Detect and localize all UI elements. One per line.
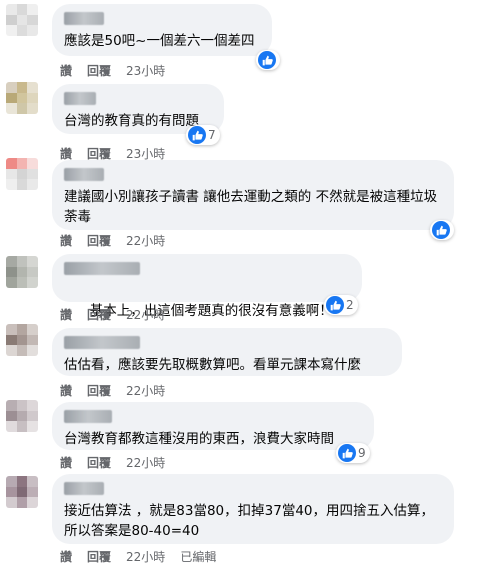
timestamp[interactable]: 22小時 [126,548,165,565]
like-link[interactable]: 讚 [60,548,72,565]
comment-actions: 讚 回覆 22小時 [60,232,165,249]
reaction-badge[interactable]: 7 [186,125,220,145]
like-icon [432,221,450,239]
comment-bubble: 基本上，出這個考題真的很沒有意義啊！ [52,254,362,376]
commenter-name[interactable] [64,12,104,25]
comment-text: 應該是50吧~一個差六一個差四 [64,33,255,49]
avatar[interactable] [6,476,38,508]
commenter-name[interactable] [64,92,96,105]
like-link[interactable]: 讚 [60,232,72,249]
avatar[interactable] [6,324,38,356]
reaction-count: 9 [358,446,366,460]
comment-bubble: 應該是50吧~一個差六一個差四 [52,4,272,56]
like-icon [338,444,356,462]
comment-bubble: 估估看，應該要先取概數算吧。看單元課本寫什麼 [52,328,402,376]
timestamp[interactable]: 23小時 [126,62,165,79]
comment-actions: 讚 回覆 22小時 [60,306,165,323]
comment-actions: 讚 回覆 22小時 [60,382,165,399]
reaction-badge[interactable]: 2 [324,295,358,315]
reply-link[interactable]: 回覆 [87,306,111,323]
comment-text: 接近估算法 ，就是83當80，扣掉37當40，用四捨五入估算，所以答案是80-4… [64,503,435,539]
avatar[interactable] [6,82,38,114]
comment-actions: 讚 回覆 22小時 已編輯 [60,548,216,565]
reaction-count: 7 [208,128,216,142]
avatar[interactable] [6,4,38,36]
avatar[interactable] [6,158,38,190]
avatar[interactable] [6,256,38,288]
comment-text: 台灣教育都教這種沒用的東西，浪費大家時間 [64,431,334,447]
timestamp[interactable]: 22小時 [126,454,165,471]
like-icon [188,126,206,144]
comment-actions: 讚 回覆 22小時 [60,454,165,471]
edited-label: 已編輯 [180,550,217,564]
comment-bubble: 建議國小別讓孩子讀書 讓他去運動之類的 不然就是被這種垃圾荼毒 [52,160,454,230]
reply-link[interactable]: 回覆 [87,454,111,471]
reaction-badge[interactable] [430,220,454,240]
commenter-name[interactable] [64,262,140,275]
avatar[interactable] [6,400,38,432]
commenter-name[interactable] [64,482,104,495]
comment-actions: 讚 回覆 23小時 [60,62,165,79]
timestamp[interactable]: 22小時 [126,382,165,399]
commenter-name[interactable] [64,336,140,349]
reaction-badge[interactable]: 9 [336,443,370,463]
reaction-badge[interactable] [256,50,280,70]
commenter-name[interactable] [64,168,104,181]
commenter-name[interactable] [64,410,112,423]
reply-link[interactable]: 回覆 [87,62,111,79]
like-link[interactable]: 讚 [60,454,72,471]
reply-link[interactable]: 回覆 [87,548,111,565]
comment-bubble: 台灣教育都教這種沒用的東西，浪費大家時間 [52,402,374,450]
comment-text: 估估看，應該要先取概數算吧。看單元課本寫什麼 [64,357,361,373]
comment-bubble: 接近估算法 ，就是83當80，扣掉37當40，用四捨五入估算，所以答案是80-4… [52,474,454,544]
reaction-count: 2 [346,298,354,312]
like-link[interactable]: 讚 [60,306,72,323]
timestamp[interactable]: 22小時 [126,306,165,323]
like-link[interactable]: 讚 [60,382,72,399]
comment-text: 建議國小別讓孩子讀書 讓他去運動之類的 不然就是被這種垃圾荼毒 [64,189,438,225]
like-icon [258,51,276,69]
timestamp[interactable]: 22小時 [126,232,165,249]
like-icon [326,296,344,314]
reply-link[interactable]: 回覆 [87,382,111,399]
reply-link[interactable]: 回覆 [87,232,111,249]
like-link[interactable]: 讚 [60,62,72,79]
